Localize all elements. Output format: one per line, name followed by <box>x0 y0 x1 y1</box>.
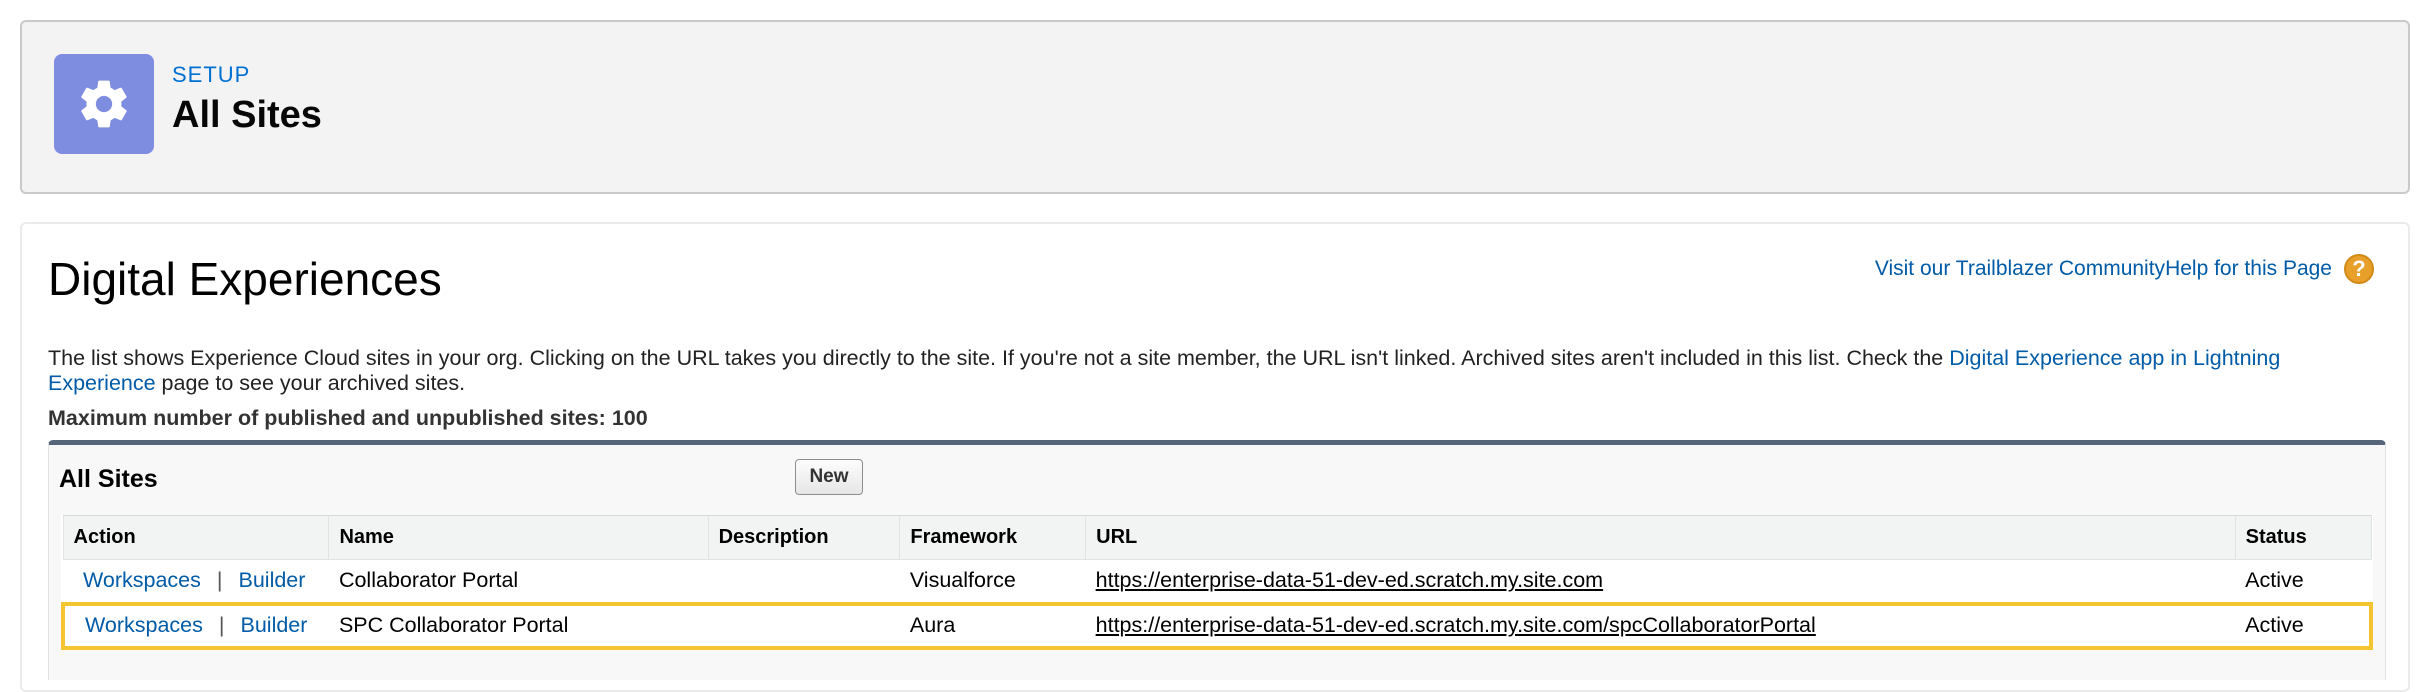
action-cell: Workspaces | Builder <box>63 559 329 604</box>
page-header: SETUP All Sites <box>20 20 2410 194</box>
all-sites-related-list: All Sites New Action Name Description Fr… <box>48 440 2386 680</box>
workspaces-link[interactable]: Workspaces <box>83 568 201 592</box>
workspaces-link[interactable]: Workspaces <box>85 613 203 637</box>
max-sites-note: Maximum number of published and unpublis… <box>48 406 648 430</box>
site-framework: Aura <box>899 601 1086 650</box>
table-row: Workspaces | Builder Collaborator Portal V… <box>63 559 2371 604</box>
column-header-status[interactable]: Status <box>2234 515 2372 560</box>
builder-link[interactable]: Builder <box>239 568 306 592</box>
gear-icon <box>54 54 154 154</box>
site-url-link[interactable]: https://enterprise-data-51-dev-ed.scratc… <box>1096 568 1603 592</box>
table-row: Workspaces | Builder SPC Collaborator Port… <box>61 601 2373 650</box>
site-status: Active <box>2235 559 2371 604</box>
site-description <box>708 601 900 650</box>
site-url-cell: https://enterprise-data-51-dev-ed.scratc… <box>1085 559 2236 604</box>
column-header-name[interactable]: Name <box>328 515 709 560</box>
site-url-link[interactable]: https://enterprise-data-51-dev-ed.scratc… <box>1096 613 1816 637</box>
new-site-button[interactable]: New <box>795 459 863 495</box>
question-icon[interactable]: ? <box>2344 254 2374 284</box>
column-header-url[interactable]: URL <box>1085 515 2236 560</box>
site-description <box>708 559 900 604</box>
action-cell: Workspaces | Builder <box>61 601 329 650</box>
site-status: Active <box>2235 601 2373 650</box>
section-heading: Digital Experiences <box>48 253 442 305</box>
column-header-action[interactable]: Action <box>62 515 330 560</box>
action-separator: | <box>216 568 223 593</box>
description-text-end: page to see your archived sites. <box>155 371 466 395</box>
site-name: SPC Collaborator Portal <box>328 601 709 650</box>
action-separator: | <box>218 613 225 637</box>
page-title: All Sites <box>172 94 322 136</box>
site-framework: Visualforce <box>899 559 1086 604</box>
table-header-row: Action Name Description Framework URL St… <box>62 515 2372 560</box>
help-for-page-link[interactable]: Help for this Page <box>2165 257 2332 281</box>
description-text: The list shows Experience Cloud sites in… <box>48 346 2368 396</box>
digital-experiences-panel: Digital Experiences Visit our Trailblaze… <box>20 222 2410 692</box>
builder-link[interactable]: Builder <box>241 613 308 637</box>
column-header-framework[interactable]: Framework <box>899 515 1087 560</box>
description-text-start: The list shows Experience Cloud sites in… <box>48 346 1950 370</box>
column-header-description[interactable]: Description <box>707 515 901 560</box>
sites-table: Action Name Description Framework URL St… <box>61 515 2373 650</box>
list-title: All Sites <box>59 465 158 493</box>
help-links: Visit our Trailblazer Community Help for… <box>1875 254 2374 284</box>
site-url-cell: https://enterprise-data-51-dev-ed.scratc… <box>1085 601 2236 650</box>
site-name: Collaborator Portal <box>328 559 709 604</box>
trailblazer-community-link[interactable]: Visit our Trailblazer Community <box>1875 257 2165 281</box>
setup-breadcrumb: SETUP <box>172 62 251 87</box>
